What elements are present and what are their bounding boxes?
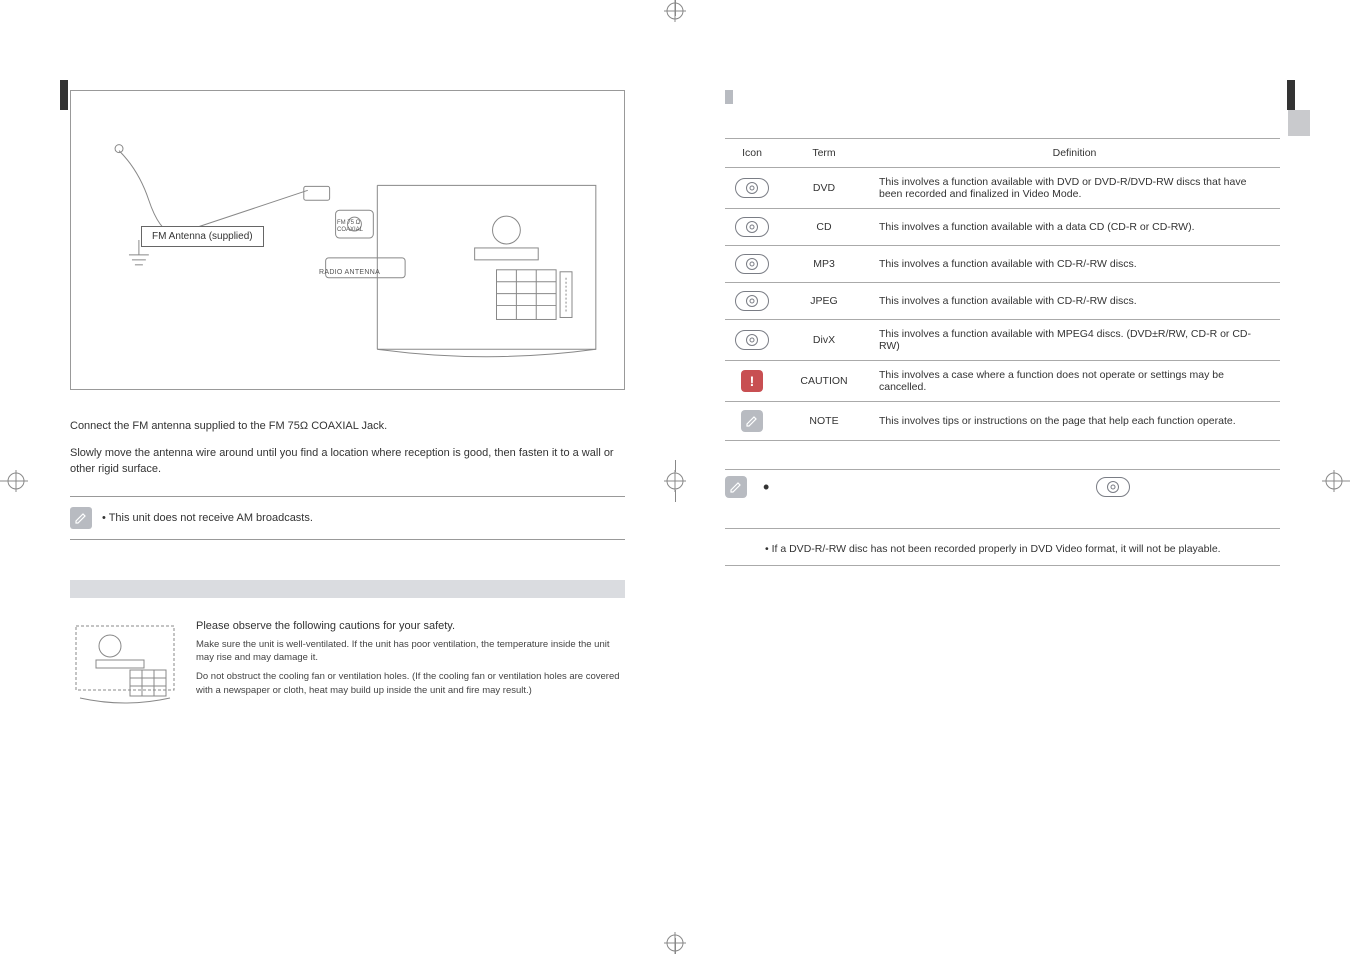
icon-cell <box>725 209 779 246</box>
disc-icon <box>735 254 769 274</box>
disc-icon <box>735 330 769 350</box>
definitions-table: Icon Term Definition DVDThis involves a … <box>725 138 1280 441</box>
table-row: DVDThis involves a function available wi… <box>725 168 1280 209</box>
term-cell: CAUTION <box>779 361 869 402</box>
body-text: Connect the FM antenna supplied to the F… <box>70 418 625 435</box>
definition-cell: This involves a function available with … <box>869 168 1280 209</box>
safety-note: Make sure the unit is well-ventilated. I… <box>196 638 625 666</box>
radio-antenna-label: RADIO ANTENNA <box>319 269 380 276</box>
page-tab <box>1288 110 1310 136</box>
antenna-diagram: FM Antenna (supplied) FM 75 ΩCOAXIAL RAD… <box>70 90 625 390</box>
term-cell: JPEG <box>779 283 869 320</box>
definition-cell: This involves tips or instructions on th… <box>869 402 1280 441</box>
table-row: MP3This involves a function available wi… <box>725 246 1280 283</box>
pencil-icon <box>741 410 763 432</box>
term-cell: DVD <box>779 168 869 209</box>
pencil-icon <box>70 507 92 529</box>
icon-cell <box>725 283 779 320</box>
disc-icon <box>735 291 769 311</box>
crop-mark <box>60 80 68 110</box>
safety-heading: Please observe the following cautions fo… <box>196 620 625 632</box>
definition-cell: This involves a function available with … <box>869 246 1280 283</box>
disc-icon <box>735 217 769 237</box>
table-row: CDThis involves a function available wit… <box>725 209 1280 246</box>
icon-cell <box>725 246 779 283</box>
crop-mark <box>1287 80 1295 110</box>
definition-cell: This involves a function available with … <box>869 320 1280 361</box>
antenna-label: FM Antenna (supplied) <box>141 226 264 247</box>
safety-note: Do not obstruct the cooling fan or venti… <box>196 670 625 698</box>
table-row: ! CAUTIONThis involves a case where a fun… <box>725 361 1280 402</box>
definition-cell: This involves a function available with … <box>869 209 1280 246</box>
term-cell: NOTE <box>779 402 869 441</box>
col-term: Term <box>779 139 869 168</box>
heading-marker <box>725 90 733 104</box>
term-cell: DivX <box>779 320 869 361</box>
col-icon: Icon <box>725 139 779 168</box>
pencil-icon <box>725 476 747 498</box>
table-row: NOTEThis involves tips or instructions o… <box>725 402 1280 441</box>
icon-cell <box>725 320 779 361</box>
icon-cell <box>725 402 779 441</box>
term-cell: CD <box>779 209 869 246</box>
footer-note-row: • <box>725 469 1280 529</box>
definition-cell: This involves a function available with … <box>869 283 1280 320</box>
caution-icon: ! <box>741 370 763 392</box>
disc-icon <box>735 178 769 198</box>
icon-cell: ! <box>725 361 779 402</box>
col-definition: Definition <box>869 139 1280 168</box>
definition-cell: This involves a case where a function do… <box>869 361 1280 402</box>
note-row: • This unit does not receive AM broadcas… <box>70 496 625 540</box>
section-bar <box>70 580 625 598</box>
note-text: • This unit does not receive AM broadcas… <box>102 512 313 524</box>
icon-cell <box>725 168 779 209</box>
device-illustration <box>70 620 180 710</box>
footer-sub-text: • If a DVD-R/-RW disc has not been recor… <box>765 543 1280 555</box>
table-row: DivXThis involves a function available w… <box>725 320 1280 361</box>
fm-plug-label: FM 75 ΩCOAXIAL <box>337 220 363 233</box>
body-text: Slowly move the antenna wire around unti… <box>70 445 625 478</box>
disc-icon <box>1096 477 1130 497</box>
term-cell: MP3 <box>779 246 869 283</box>
table-row: JPEGThis involves a function available w… <box>725 283 1280 320</box>
